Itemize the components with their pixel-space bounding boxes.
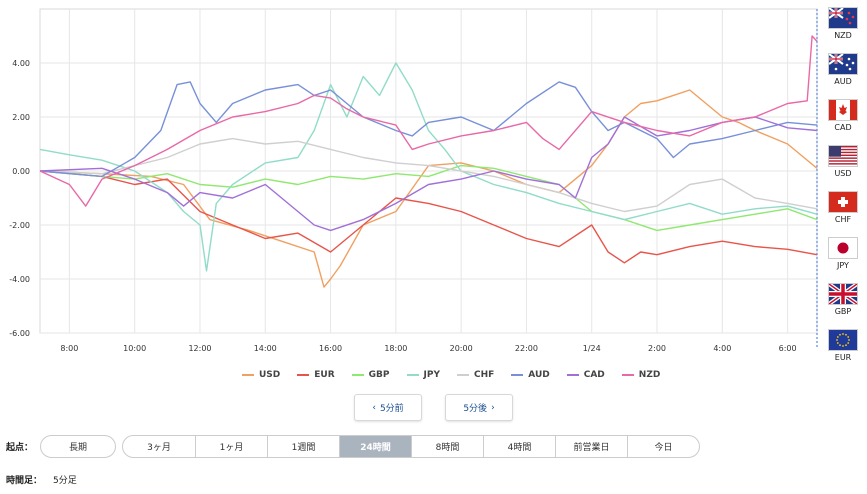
ca-flag-icon bbox=[828, 99, 858, 121]
timeframe-value: 5分足 bbox=[53, 476, 77, 486]
y-tick-label: 4.00 bbox=[12, 59, 30, 68]
currency-flag-usd[interactable]: USD bbox=[823, 145, 863, 191]
timeframe-label: 時間足： bbox=[6, 476, 43, 486]
currency-flag-jpy[interactable]: JPY bbox=[823, 237, 863, 283]
y-tick-label: 0.00 bbox=[12, 167, 30, 176]
legend-label: GBP bbox=[368, 370, 390, 380]
legend-label: CHF bbox=[473, 370, 495, 380]
x-tick-label: 18:00 bbox=[384, 344, 407, 353]
series-line-jpy bbox=[39, 62, 818, 272]
period-button[interactable]: 前営業日 bbox=[555, 436, 627, 457]
ch-flag-icon bbox=[828, 191, 858, 213]
legend-swatch bbox=[456, 374, 469, 376]
legend-item-jpy[interactable]: JPY bbox=[406, 368, 440, 382]
y-tick-label: -2.00 bbox=[9, 221, 30, 230]
y-tick-label: -6.00 bbox=[9, 329, 30, 338]
currency-code-label: JPY bbox=[837, 261, 849, 270]
x-tick-label: 14:00 bbox=[254, 344, 277, 353]
legend-item-cad[interactable]: CAD bbox=[566, 368, 605, 382]
nz-flag-icon bbox=[828, 7, 858, 29]
chart-legend: USD EUR GBP JPY CHF AUD CAD NZD bbox=[242, 368, 660, 382]
legend-swatch bbox=[566, 374, 579, 376]
period-button[interactable]: 8時間 bbox=[411, 436, 483, 457]
currency-code-label: GBP bbox=[834, 307, 852, 316]
au-flag-icon bbox=[828, 53, 858, 75]
x-tick-label: 10:00 bbox=[123, 344, 146, 353]
currency-code-label: USD bbox=[834, 169, 852, 178]
legend-item-aud[interactable]: AUD bbox=[511, 368, 550, 382]
period-selector: 3ヶ月 1ヶ月 1週間 24時間 8時間 4時間 前営業日 今日 bbox=[122, 435, 700, 458]
legend-swatch bbox=[242, 374, 254, 376]
x-tick-label: 1/24 bbox=[583, 344, 601, 353]
currency-flag-aud[interactable]: AUD bbox=[823, 53, 863, 99]
x-tick-label: 22:00 bbox=[515, 344, 538, 353]
period-button[interactable]: 今日 bbox=[627, 436, 699, 457]
legend-label: EUR bbox=[314, 370, 335, 380]
x-tick-label: 6:00 bbox=[779, 344, 797, 353]
legend-label: USD bbox=[259, 370, 281, 380]
y-tick-label: 2.00 bbox=[12, 113, 30, 122]
legend-label: JPY bbox=[423, 370, 440, 380]
currency-flag-cad[interactable]: CAD bbox=[823, 99, 863, 145]
eu-flag-icon bbox=[828, 329, 858, 351]
legend-swatch bbox=[621, 374, 634, 376]
legend-swatch bbox=[406, 374, 419, 376]
prev-5min-label: 5分前 bbox=[379, 404, 404, 414]
legend-item-eur[interactable]: EUR bbox=[297, 368, 335, 382]
long-term-button[interactable]: 長期 bbox=[40, 435, 116, 458]
currency-code-label: CHF bbox=[834, 215, 852, 224]
currency-flag-nzd[interactable]: NZD bbox=[823, 7, 863, 53]
gb-flag-icon bbox=[828, 283, 858, 305]
period-button[interactable]: 4時間 bbox=[483, 436, 555, 457]
origin-label: 起点： bbox=[6, 443, 34, 453]
legend-swatch bbox=[297, 374, 310, 376]
currency-flag-chf[interactable]: CHF bbox=[823, 191, 863, 237]
us-flag-icon bbox=[828, 145, 858, 167]
legend-item-usd[interactable]: USD bbox=[242, 368, 280, 382]
legend-label: AUD bbox=[528, 370, 550, 380]
legend-item-chf[interactable]: CHF bbox=[456, 368, 495, 382]
x-tick-label: 12:00 bbox=[188, 344, 211, 353]
legend-label: CAD bbox=[583, 370, 605, 380]
chevron-left-icon: ‹ bbox=[372, 402, 376, 413]
currency-code-label: AUD bbox=[834, 77, 852, 86]
x-tick-label: 4:00 bbox=[713, 344, 731, 353]
jp-flag-icon bbox=[828, 237, 858, 259]
currency-code-label: CAD bbox=[834, 123, 852, 132]
period-button[interactable]: 24時間 bbox=[339, 436, 411, 457]
legend-label: NZD bbox=[638, 370, 661, 380]
period-button[interactable]: 1ヶ月 bbox=[195, 436, 267, 457]
y-tick-label: -4.00 bbox=[9, 275, 30, 284]
currency-strength-chart: 4.00 2.00 0.00 -2.00 -4.00 -6.00 8:00 10:00 12:0… bbox=[9, 8, 818, 353]
legend-item-gbp[interactable]: GBP bbox=[351, 368, 390, 382]
x-tick-label: 2:00 bbox=[648, 344, 666, 353]
legend-swatch bbox=[511, 374, 524, 376]
next-5min-button[interactable]: 5分後 › bbox=[445, 394, 513, 421]
currency-flag-eur[interactable]: EUR bbox=[823, 329, 863, 375]
x-tick-label: 20:00 bbox=[450, 344, 473, 353]
prev-5min-button[interactable]: ‹ 5分前 bbox=[354, 394, 422, 421]
chevron-right-icon: › bbox=[491, 402, 495, 413]
next-5min-label: 5分後 bbox=[463, 404, 488, 414]
x-tick-label: 16:00 bbox=[319, 344, 342, 353]
currency-flag-gbp[interactable]: GBP bbox=[823, 283, 863, 329]
currency-code-label: EUR bbox=[834, 353, 852, 362]
series-line-gbp bbox=[39, 164, 818, 232]
legend-item-nzd[interactable]: NZD bbox=[621, 368, 661, 382]
legend-swatch bbox=[351, 374, 364, 376]
x-tick-label: 8:00 bbox=[60, 344, 78, 353]
currency-code-label: NZD bbox=[834, 31, 852, 40]
period-button[interactable]: 3ヶ月 bbox=[123, 436, 195, 457]
currency-flag-sidebar: NZD AUD CAD USD CHF JPY GBP EUR bbox=[823, 7, 863, 375]
period-button[interactable]: 1週間 bbox=[267, 436, 339, 457]
